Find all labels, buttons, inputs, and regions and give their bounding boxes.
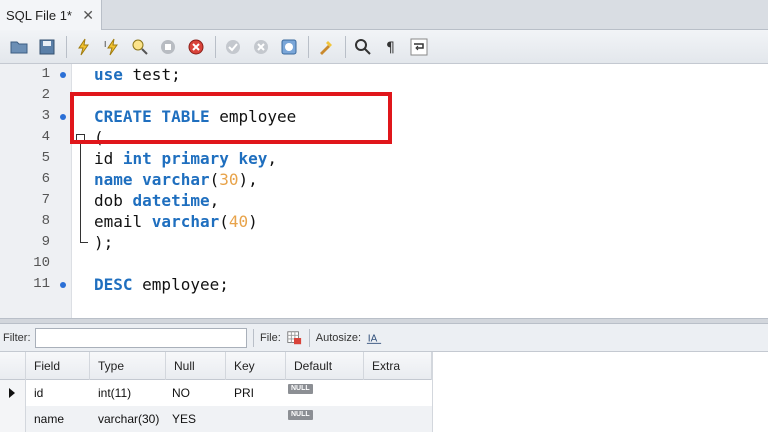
- cell-field[interactable]: id: [28, 380, 43, 406]
- rollback-icon[interactable]: [250, 36, 272, 58]
- column-header-extra[interactable]: Extra: [364, 352, 432, 380]
- tab-sql-file-1[interactable]: SQL File 1* ✕: [0, 0, 102, 30]
- code-text: dob datetime,: [94, 191, 220, 210]
- column-header-null[interactable]: Null: [166, 352, 226, 380]
- line-number: 4: [41, 129, 50, 145]
- code-text: email varchar(40): [94, 212, 258, 231]
- line-number: 10: [33, 255, 50, 271]
- code-line-6: 6 name varchar(30),: [0, 169, 768, 190]
- filter-label: Filter:: [3, 331, 31, 344]
- toolbar-separator: [66, 35, 67, 58]
- cell-key[interactable]: PRI: [228, 380, 254, 406]
- code-line-7: 7 dob datetime,: [0, 190, 768, 211]
- toolbar-separator: [215, 35, 216, 58]
- code-line-5: 5 id int primary key,: [0, 148, 768, 169]
- line-number: 9: [41, 234, 50, 250]
- statement-marker-icon: [60, 282, 66, 288]
- cell-extra[interactable]: [366, 380, 372, 406]
- current-row-arrow-icon: [9, 388, 15, 398]
- fold-guide-end: [80, 242, 88, 243]
- cell-null[interactable]: NO: [166, 380, 190, 406]
- column-header-field[interactable]: Field: [26, 352, 90, 380]
- column-header-default[interactable]: Default: [286, 352, 364, 380]
- save-icon[interactable]: [36, 36, 58, 58]
- code-line-9: 9 );: [0, 232, 768, 253]
- cell-default-null-badge[interactable]: NULL: [288, 384, 313, 394]
- line-number: 5: [41, 150, 50, 166]
- invisible-chars-icon[interactable]: ¶: [380, 36, 402, 58]
- row-selector[interactable]: [0, 380, 26, 406]
- toggle-error-icon[interactable]: [185, 36, 207, 58]
- svg-text:I: I: [104, 40, 106, 49]
- code-line-10: 10: [0, 253, 768, 274]
- autosize-label: Autosize:: [315, 331, 362, 344]
- line-number: 11: [33, 276, 50, 292]
- annotation-highlight-box: [70, 92, 392, 144]
- filterbar-separator: [253, 328, 254, 347]
- wrap-icon[interactable]: [408, 36, 430, 58]
- cell-default-null-badge[interactable]: NULL: [288, 410, 313, 420]
- code-text: use test;: [94, 65, 181, 84]
- line-number: 2: [41, 87, 50, 103]
- result-filter-bar: Filter: File: Autosize: IA: [0, 324, 768, 352]
- code-line-8: 8 email varchar(40): [0, 211, 768, 232]
- editor-tab-strip: SQL File 1* ✕: [0, 0, 768, 30]
- tab-title: SQL File 1*: [6, 7, 72, 23]
- table-row[interactable]: id int(11) NO PRI NULL: [0, 380, 432, 406]
- code-line-11: 11 DESC employee;: [0, 274, 768, 295]
- filter-input[interactable]: [35, 327, 247, 348]
- result-grid: Field Type Null Key Default Extra id int…: [0, 352, 768, 432]
- execute-icon[interactable]: [73, 36, 95, 58]
- stop-icon[interactable]: [157, 36, 179, 58]
- sql-editor-toolbar: I ¶: [0, 30, 768, 64]
- sql-editor[interactable]: 1 use test; 2 3 CREATE TABLE employee 4 …: [0, 64, 768, 318]
- code-text: name varchar(30),: [94, 170, 258, 189]
- code-text: DESC employee;: [94, 275, 229, 294]
- line-number: 1: [41, 66, 50, 82]
- row-selector[interactable]: [0, 406, 26, 432]
- column-header-key[interactable]: Key: [226, 352, 286, 380]
- open-folder-icon[interactable]: [8, 36, 30, 58]
- export-grid-icon[interactable]: [285, 329, 303, 347]
- statement-marker-icon: [60, 114, 66, 120]
- find-icon[interactable]: [352, 36, 374, 58]
- tab-close-icon[interactable]: ✕: [82, 7, 94, 24]
- code-text: );: [94, 233, 114, 252]
- execute-current-icon[interactable]: I: [101, 36, 123, 58]
- grid-header: Field Type Null Key Default Extra: [0, 352, 432, 380]
- line-number: 8: [41, 213, 50, 229]
- line-number: 3: [41, 108, 50, 124]
- filterbar-separator: [308, 328, 310, 347]
- code-line-1: 1 use test;: [0, 64, 768, 85]
- grid-empty-area: [432, 352, 768, 432]
- cell-key[interactable]: [228, 406, 234, 432]
- fold-guide-line: [80, 144, 81, 242]
- explain-icon[interactable]: [129, 36, 151, 58]
- autocommit-icon[interactable]: [278, 36, 300, 58]
- cell-extra[interactable]: [366, 406, 372, 432]
- commit-icon[interactable]: [222, 36, 244, 58]
- table-row[interactable]: name varchar(30) YES NULL: [0, 406, 432, 432]
- cell-type[interactable]: int(11): [92, 380, 131, 406]
- code-text: id int primary key,: [94, 149, 278, 168]
- toolbar-separator: [308, 35, 309, 58]
- line-number: 6: [41, 171, 50, 187]
- line-number: 7: [41, 192, 50, 208]
- autosize-columns-icon[interactable]: IA: [365, 329, 383, 347]
- cell-null[interactable]: YES: [166, 406, 196, 432]
- cell-field[interactable]: name: [28, 406, 64, 432]
- row-header-corner: [0, 352, 26, 380]
- cell-type[interactable]: varchar(30): [92, 406, 159, 432]
- beautify-icon[interactable]: [315, 36, 337, 58]
- statement-marker-icon: [60, 72, 66, 78]
- column-header-type[interactable]: Type: [90, 352, 166, 380]
- svg-text:¶: ¶: [386, 40, 395, 56]
- file-label: File:: [260, 331, 281, 344]
- toolbar-separator: [345, 35, 346, 58]
